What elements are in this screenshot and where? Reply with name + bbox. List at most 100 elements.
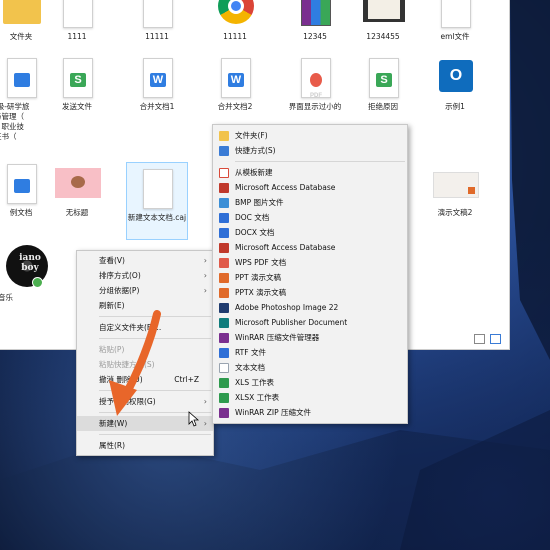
file-icon[interactable]: 11111 [126,0,188,42]
menu-item[interactable]: RTF 文件 [213,345,407,360]
pdf-icon [219,258,229,268]
file-label: 发送文件 [62,102,92,111]
menu-item[interactable]: Microsoft Publisher Document [213,315,407,330]
chevron-right-icon: › [203,271,207,280]
menu-item-label: RTF 文件 [235,348,266,357]
folder-icon [219,131,229,141]
file-label: 无标题 [65,208,89,217]
access-icon [219,243,229,253]
menu-item[interactable]: WPS PDF 文档 [213,255,407,270]
file-icon[interactable]: 例文档 [0,162,52,218]
file-label: 音乐 [0,293,13,302]
menu-item-label: XLSX 工作表 [235,393,280,402]
menu-item-label: 快捷方式(S) [235,146,276,155]
menu-item[interactable]: Adobe Photoshop Image 22 [213,300,407,315]
presentation-thumbnail-icon [433,172,479,198]
new-item-submenu: 文件夹(F) 快捷方式(S) 从模板新建 Microsoft Access Datab… [212,124,408,424]
file-label: 1234455 [366,32,400,41]
menu-item[interactable]: WinRAR ZIP 压缩文件 [213,405,407,420]
file-icon[interactable]: PDF 界面显示过小的 [284,56,346,112]
ppt-icon [219,273,229,283]
file-icon[interactable]: 12345 [284,0,346,42]
menu-item-label: 刷新(E) [99,301,125,310]
menu-item-label: PPT 演示文稿 [235,273,282,282]
file-icon-music[interactable]: iano boy 音乐 [0,245,56,303]
menu-item[interactable]: PPTX 演示文稿 [213,285,407,300]
wps-sheet-icon: S [369,58,399,98]
menu-item-label: DOC 文档 [235,213,270,222]
menu-item[interactable]: XLS 工作表 [213,375,407,390]
file-label: 例文档 [9,208,33,217]
file-icon[interactable]: 1111 [46,0,108,42]
menu-item[interactable]: PPT 演示文稿 [213,270,407,285]
file-icon[interactable]: -级-研学旅 与管理（ ）职业技 证书（ [0,56,52,142]
menu-item[interactable]: 查看(V) › [77,253,213,268]
menu-item-label: Adobe Photoshop Image 22 [235,303,339,312]
blank-file-icon [143,169,173,209]
menu-item-label: DOCX 文档 [235,228,275,237]
file-icon[interactable]: S 拒绝原因 [352,56,414,112]
menu-item[interactable]: 文本文档 [213,360,407,375]
shortcut-icon [219,146,229,156]
wps-sheet-icon: S [63,58,93,98]
menu-item[interactable]: 从模板新建 [213,165,407,180]
menu-item[interactable]: 属性(R) [77,438,213,453]
access-icon [219,183,229,193]
menu-item[interactable]: Microsoft Access Database [213,180,407,195]
file-icon[interactable]: W 合并文档2 [204,56,266,112]
file-icon[interactable]: 1234455 [352,0,414,42]
menu-item-label: 文件夹(F) [235,131,268,140]
file-label: 拒绝原因 [368,102,398,111]
menu-item[interactable]: 分组依据(P) › [77,283,213,298]
tutorial-arrow-icon [109,310,161,416]
menu-item[interactable]: DOC 文档 [213,210,407,225]
menu-item-label: Microsoft Access Database [235,243,336,252]
file-icon[interactable]: 无标题 [46,162,108,218]
large-icons-view-icon[interactable] [490,334,501,344]
file-icon[interactable]: eml文件 [424,0,486,42]
publisher-icon [219,318,229,328]
file-icon[interactable]: O 示例1 [424,56,486,112]
menu-item[interactable]: DOCX 文档 [213,225,407,240]
xls-icon [219,378,229,388]
menu-item-label: PPTX 演示文稿 [235,288,287,297]
file-label: 文件夹 [9,32,33,41]
file-icon[interactable]: 11111 [204,0,266,42]
file-label: 11111 [145,32,169,41]
video-file-icon [363,0,405,22]
menu-item[interactable]: WinRAR 压缩文件管理器 [213,330,407,345]
winrar-zip-icon [219,408,229,418]
file-icon[interactable]: S 发送文件 [46,56,108,112]
file-icon[interactable]: W 合并文档1 [126,56,188,112]
chevron-right-icon: › [203,397,207,406]
menu-shortcut: Ctrl+Z [174,375,199,384]
rtf-icon [219,348,229,358]
folder-icon [3,0,41,24]
menu-item-label: Microsoft Publisher Document [235,318,348,327]
txt-icon [219,363,229,373]
menu-item-label: 新建(W) [99,419,128,428]
menu-item[interactable]: XLSX 工作表 [213,390,407,405]
view-toggle[interactable] [470,332,506,346]
photoshop-icon [219,303,229,313]
menu-item[interactable]: Microsoft Access Database [213,240,407,255]
xlsx-icon [219,393,229,403]
menu-item[interactable]: 快捷方式(S) [213,143,407,158]
menu-item-label: 分组依据(P) [99,286,140,295]
mouse-cursor-icon [188,411,200,427]
image-thumbnail-icon [55,168,101,198]
file-icon[interactable]: 文件夹 [0,0,52,42]
template-icon [219,168,229,178]
docx-icon [219,228,229,238]
file-label: 演示文稿2 [437,208,473,217]
menu-item[interactable]: 排序方式(O) › [77,268,213,283]
menu-item-label: XLS 工作表 [235,378,274,387]
file-icon[interactable]: 演示文稿2 [424,162,486,218]
file-icon[interactable]: 新建文本文档.caj [126,162,188,240]
menu-item-label: 属性(R) [99,441,126,450]
menu-item[interactable]: 文件夹(F) [213,128,407,143]
menu-item-label: WPS PDF 文档 [235,258,287,267]
menu-item[interactable]: BMP 图片文件 [213,195,407,210]
doc-icon [219,213,229,223]
details-view-icon[interactable] [474,334,485,344]
